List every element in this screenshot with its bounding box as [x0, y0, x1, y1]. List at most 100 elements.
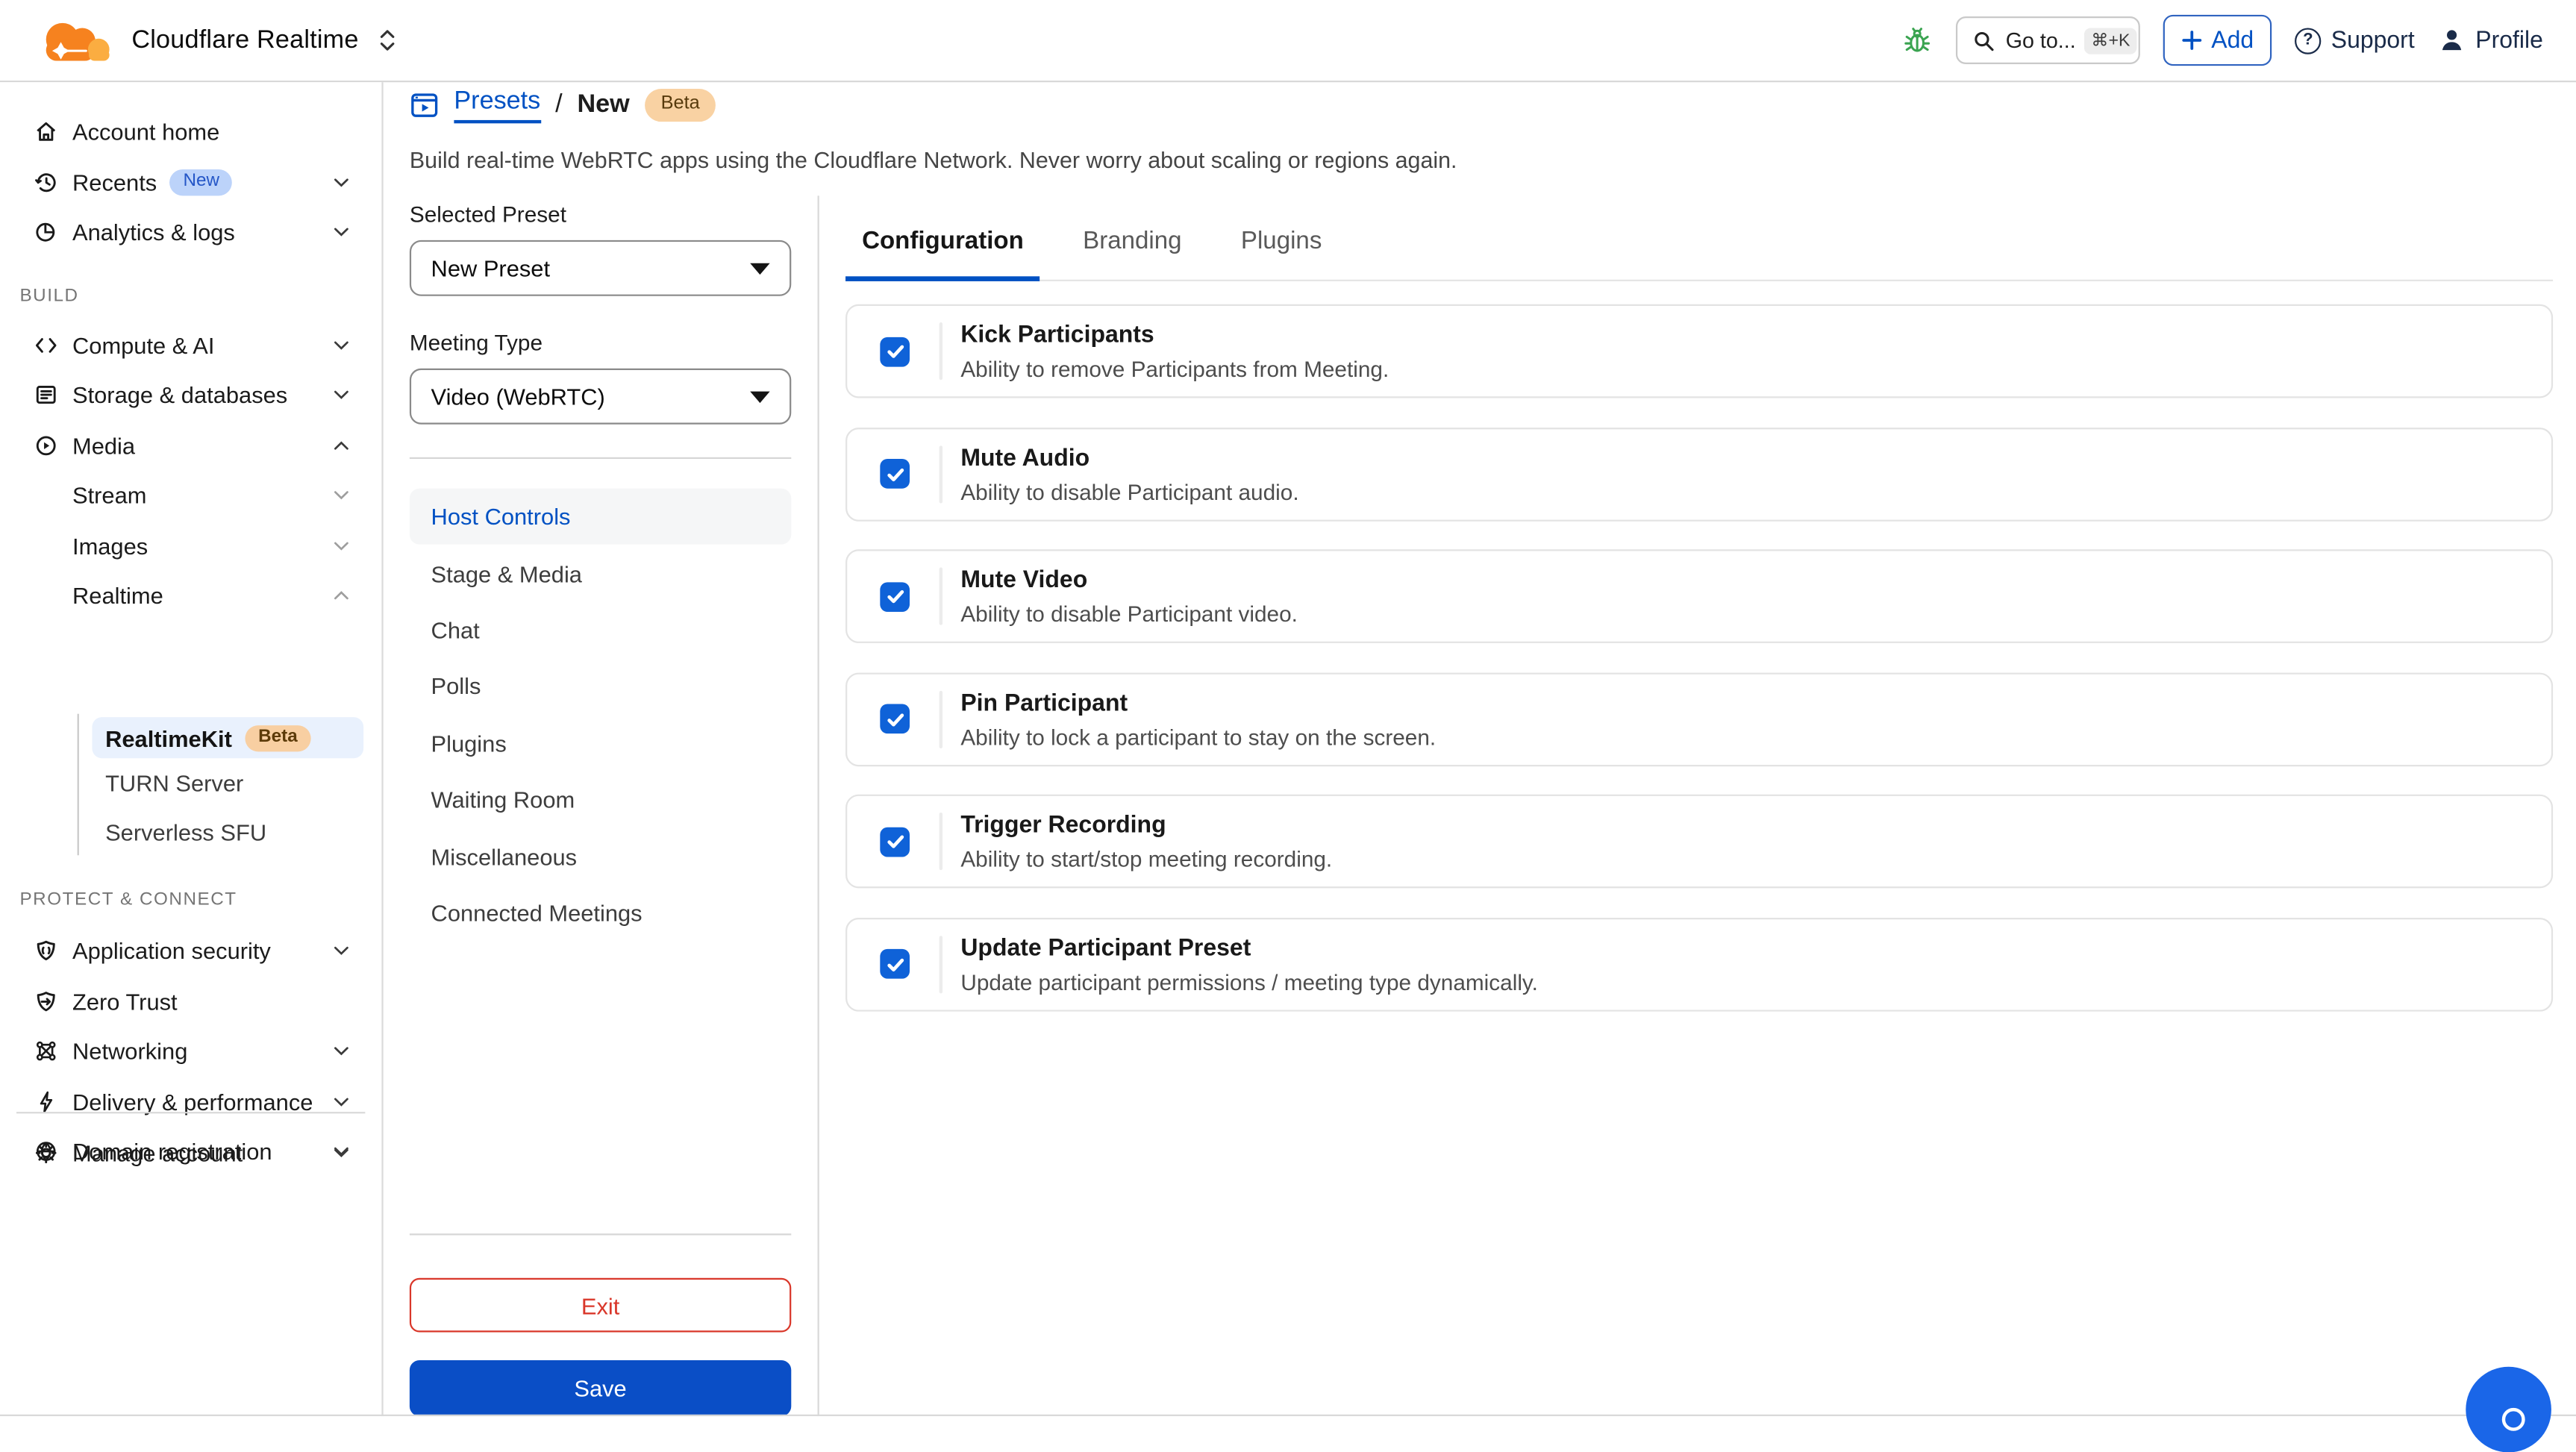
permission-list: Kick Participants Ability to remove Part… [845, 304, 2554, 1039]
sidebar-item-media[interactable]: Media [0, 420, 381, 470]
card-divider [939, 812, 942, 871]
search-input[interactable] [2005, 28, 2075, 53]
tab-plugins[interactable]: Plugins [1225, 216, 1339, 280]
sidebar-item-analytics-logs[interactable]: Analytics & logs [0, 207, 381, 257]
menu-item-connected-meetings[interactable]: Connected Meetings [410, 884, 791, 941]
permission-card-mute-video: Mute Video Ability to disable Participan… [845, 549, 2554, 643]
sidebar-label: Stream [72, 482, 147, 509]
beta-badge: Beta [644, 89, 716, 122]
account-switcher-icon[interactable] [378, 26, 396, 54]
chat-widget-button[interactable] [2466, 1366, 2551, 1452]
breadcrumb-separator: / [555, 90, 563, 119]
menu-item-polls[interactable]: Polls [410, 658, 791, 715]
sidebar-label: Storage & databases [72, 381, 288, 409]
sidebar-item-recents[interactable]: Recents New [0, 157, 381, 207]
app-title: Cloudflare Realtime [131, 25, 359, 54]
sidebar-item-compute-ai[interactable]: Compute & AI [0, 320, 381, 370]
menu-item-chat[interactable]: Chat [410, 601, 791, 658]
preset-section-menu: Host Controls Stage & Media Chat Polls P… [409, 488, 792, 941]
menu-item-host-controls[interactable]: Host Controls [409, 488, 792, 545]
sidebar-item-networking[interactable]: Networking [0, 1027, 381, 1077]
card-divider [939, 935, 942, 993]
chevron-down-icon [331, 1041, 352, 1063]
content-vertical-divider [817, 195, 819, 1417]
chevron-down-icon [331, 940, 352, 962]
sidebar-item-delivery-performance[interactable]: Delivery & performance [0, 1077, 381, 1127]
home-icon [33, 119, 59, 145]
add-button-label: Add [2211, 27, 2254, 54]
sidebar-item-storage-databases[interactable]: Storage & databases [0, 370, 381, 420]
permission-description: Update participant permissions / meeting… [960, 969, 1538, 995]
sidebar-item-stream[interactable]: Stream [0, 470, 381, 520]
search-shortcut-badge: ⌘+K [2084, 27, 2137, 54]
chevron-down-icon [331, 334, 352, 356]
bug-report-icon[interactable] [1902, 25, 1933, 56]
mute-video-checkbox[interactable] [880, 581, 910, 611]
preset-tabs: Configuration Branding Plugins [845, 216, 2554, 281]
chevron-down-icon [331, 222, 352, 243]
sidebar-label: Networking [72, 1038, 188, 1065]
brand[interactable]: Cloudflare Realtime [40, 17, 396, 63]
gear-icon [33, 1140, 59, 1166]
support-menu[interactable]: ? Support [2295, 27, 2415, 54]
sidebar-item-manage-account[interactable]: Manage account [0, 1128, 381, 1178]
tab-branding[interactable]: Branding [1066, 216, 1198, 280]
tab-configuration[interactable]: Configuration [845, 216, 1040, 281]
sidebar-label: Analytics & logs [72, 219, 235, 245]
page-bottom-border [0, 1413, 2576, 1415]
global-search[interactable]: ⌘+K [1956, 16, 2141, 64]
sidebar-label: Realtime [72, 582, 163, 610]
permission-card-pin-participant: Pin Participant Ability to lock a partic… [845, 672, 2554, 766]
menu-item-miscellaneous[interactable]: Miscellaneous [410, 828, 791, 885]
permission-title: Trigger Recording [960, 812, 1166, 839]
chevron-down-icon [331, 1091, 352, 1113]
card-divider [939, 322, 942, 381]
sidebar-label: Recents [72, 169, 157, 195]
sidebar-label: RealtimeKit [105, 725, 232, 751]
exit-button[interactable]: Exit [409, 1277, 792, 1333]
sidebar-item-realtimekit[interactable]: RealtimeKit Beta [92, 717, 364, 759]
trigger-recording-checkbox[interactable] [880, 826, 910, 857]
sidebar-item-serverless-sfu[interactable]: Serverless SFU [0, 807, 381, 857]
menu-item-waiting-room[interactable]: Waiting Room [410, 772, 791, 828]
sidebar-item-account-home[interactable]: Account home [0, 107, 381, 157]
sidebar-item-realtime[interactable]: Realtime [0, 571, 381, 621]
menu-item-plugins[interactable]: Plugins [410, 715, 791, 772]
permission-card-mute-audio: Mute Audio Ability to disable Participan… [845, 427, 2554, 521]
permission-description: Ability to start/stop meeting recording. [960, 847, 1333, 872]
breadcrumb: Presets / New Beta [410, 87, 716, 124]
permission-title: Update Participant Preset [960, 935, 1251, 962]
card-divider [939, 689, 942, 748]
update-participant-preset-checkbox[interactable] [880, 948, 910, 979]
sidebar-section-build: BUILD [19, 285, 79, 305]
sidebar-item-turn-server[interactable]: TURN Server [0, 758, 381, 808]
dropdown-caret-icon [750, 262, 770, 275]
sidebar-label: Delivery & performance [72, 1088, 313, 1115]
breadcrumb-current: New [577, 90, 630, 119]
breadcrumb-presets-link[interactable]: Presets [454, 87, 541, 124]
selected-preset-select[interactable]: New Preset [409, 240, 792, 296]
permission-title: Mute Video [960, 567, 1088, 594]
save-button[interactable]: Save [409, 1359, 792, 1416]
chevron-down-icon [331, 535, 352, 557]
sidebar-label: Media [72, 432, 136, 459]
sidebar-item-images[interactable]: Images [0, 521, 381, 571]
sidebar-label: Serverless SFU [105, 819, 267, 846]
mute-audio-checkbox[interactable] [880, 459, 910, 489]
chevron-down-icon [331, 485, 352, 507]
sidebar-label: Images [72, 532, 149, 559]
add-button[interactable]: Add [2163, 14, 2272, 66]
sidebar-item-zero-trust[interactable]: Zero Trust [0, 976, 381, 1026]
menu-item-stage-media[interactable]: Stage & Media [410, 545, 791, 601]
chevron-up-icon [331, 585, 352, 607]
header-actions: ⌘+K Add ? Support [1902, 14, 2543, 66]
app-root: Cloudflare Realtime Go to... ⌘+K Add ? S… [0, 0, 2576, 1452]
permission-title: Kick Participants [960, 322, 1154, 349]
pin-participant-checkbox[interactable] [880, 704, 910, 734]
profile-menu[interactable]: Profile [2438, 26, 2543, 54]
meeting-type-select[interactable]: Video (WebRTC) [409, 368, 792, 425]
sidebar-section-protect-connect: PROTECT & CONNECT [19, 889, 237, 910]
kick-participants-checkbox[interactable] [880, 336, 910, 366]
panel-divider [409, 1233, 792, 1236]
sidebar-item-application-security[interactable]: Application security [0, 926, 381, 976]
